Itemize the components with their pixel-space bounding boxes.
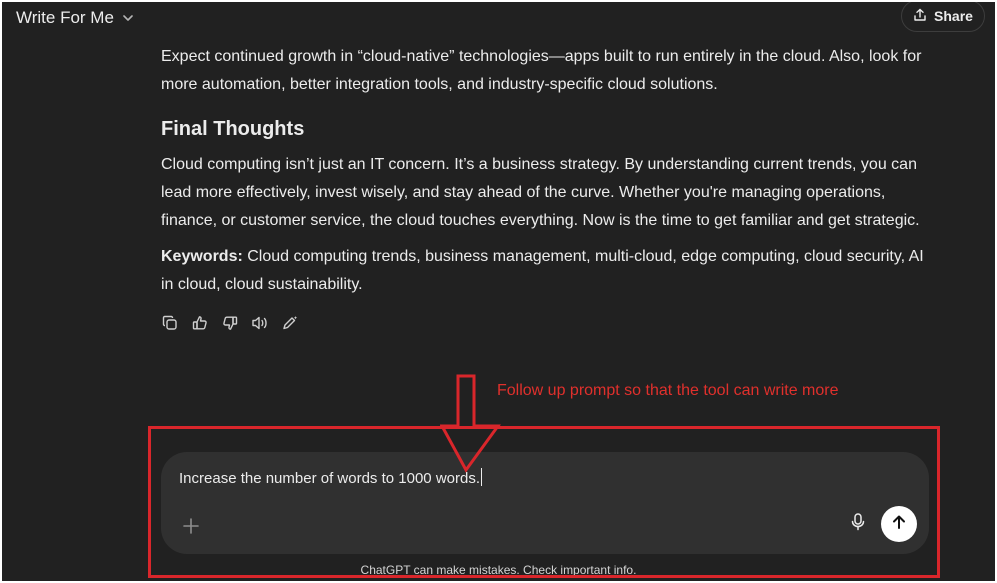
top-bar: Write For Me Share [2, 2, 995, 34]
intro-paragraph: Expect continued growth in “cloud-native… [161, 48, 922, 93]
annotation-highlight-box [148, 426, 940, 578]
keywords-text: Cloud computing trends, business managem… [161, 248, 924, 293]
message-actions [161, 314, 299, 332]
keywords-paragraph: Keywords: Cloud computing trends, busine… [161, 243, 931, 299]
body-paragraph: Cloud computing isn’t just an IT concern… [161, 156, 920, 229]
thumbs-up-icon[interactable] [191, 314, 209, 332]
share-icon [913, 8, 927, 25]
share-label: Share [934, 8, 973, 24]
thumbs-down-icon[interactable] [221, 314, 239, 332]
annotation-label: Follow up prompt so that the tool can wr… [497, 382, 839, 399]
chat-window: Write For Me Share Expect continued grow… [2, 2, 995, 581]
assistant-message: Expect continued growth in “cloud-native… [161, 43, 931, 299]
read-aloud-icon[interactable] [251, 314, 269, 332]
app-title-label: Write For Me [16, 8, 114, 27]
model-selector[interactable]: Write For Me [16, 7, 134, 29]
section-heading: Final Thoughts [161, 118, 305, 140]
annotation-arrow-icon [439, 374, 504, 481]
share-button[interactable]: Share [901, 2, 985, 32]
copy-icon[interactable] [161, 314, 179, 332]
keywords-label: Keywords: [161, 248, 243, 265]
edit-icon[interactable] [281, 314, 299, 332]
chevron-down-icon [122, 12, 134, 24]
